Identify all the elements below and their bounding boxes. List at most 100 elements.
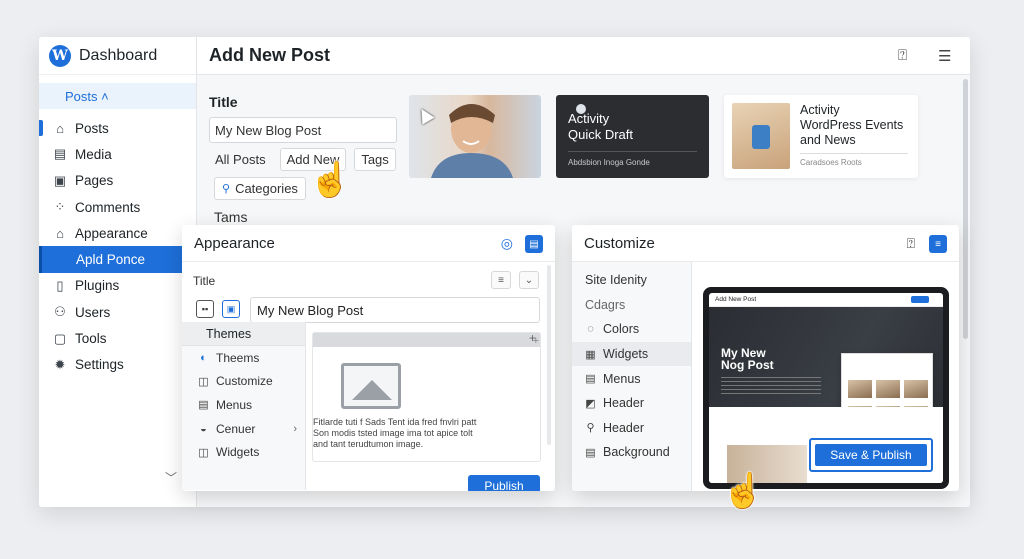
sidebar-item-pages[interactable]: ▣ Pages (39, 168, 196, 194)
customize-item-cdagrs[interactable]: Cdagrs (572, 293, 691, 318)
post-title-input[interactable] (209, 117, 397, 143)
sidebar-item-label: Appearance (75, 225, 148, 241)
document-icon[interactable]: ≡ (929, 235, 947, 253)
cenuer-icon: ◒ (200, 422, 207, 435)
dropdown-item-widgets[interactable]: ◫ Widgets (182, 440, 305, 464)
dropdown-item-customize[interactable]: ◫ Customize (182, 370, 305, 394)
sidebar-item-tools[interactable]: ▢ Tools (39, 325, 196, 351)
wordpress-logo-icon: W (49, 44, 71, 67)
pin-icon: ⌂ (56, 120, 64, 136)
sidebar-item-label: Media (75, 146, 112, 162)
customize-item-label: Widgets (603, 347, 649, 362)
dropdown-item-theems[interactable]: ◐ Theems (182, 346, 305, 370)
post-links-row: All Posts Add New Tags (209, 148, 396, 171)
categories-icon: ⚲ (222, 183, 231, 195)
card-subtitle: Abdsbion Inoga Gonde (568, 158, 650, 167)
preview-thumbnail (848, 380, 872, 398)
image-placeholder-icon[interactable] (341, 363, 401, 409)
hand-cursor-icon: ☝ (722, 472, 765, 510)
admin-menu: ⌂ Posts ▤ Media ▣ Pages ⁘ Comments ⌂ App… (39, 115, 196, 378)
customize-item-label: Header (603, 396, 644, 411)
wordpress-events-card[interactable]: Activity WordPress Events and News Carad… (724, 95, 918, 178)
hand-cursor-icon: ☝ (309, 161, 352, 199)
dropdown-heading[interactable]: Themes (182, 322, 305, 346)
publish-button[interactable]: Publish (468, 475, 540, 491)
preview-hero-text (721, 377, 821, 395)
sidebar-item-posts[interactable]: ⌂ Posts (39, 115, 196, 141)
sidebar-item-label: Posts (75, 120, 109, 136)
preview-icon[interactable]: ⍰ (898, 47, 916, 65)
preview-hero-title: My New Nog Post (721, 346, 774, 372)
dropdown-item-cenuer[interactable]: ◒ Cenuer › (182, 417, 305, 441)
users-icon: ⚇ (54, 304, 66, 320)
layout-icon[interactable]: ▤ (525, 235, 543, 253)
brand-label: Dashboard (79, 46, 158, 64)
sidebar-item-appearance[interactable]: ⌂ Appearance (39, 220, 196, 246)
sidebar-item-plugins[interactable]: ▯ Plugins (39, 273, 196, 299)
menus-icon: ▤ (585, 373, 596, 386)
title-label: Title (193, 274, 216, 288)
dropdown-item-label: Cenuer (216, 421, 256, 436)
appearance-panel: Appearance ◎ ▤ Title ≡ ⌄ ▪▪ ▣ Themes ◐ T… (182, 225, 555, 491)
sidebar-item-label: Settings (75, 357, 124, 373)
media-icon: ▤ (53, 146, 67, 162)
card-thumbnail (732, 103, 790, 169)
appearance-title-input[interactable] (250, 297, 540, 323)
customize-item-label: Site Idenity (585, 273, 647, 288)
align-icon[interactable]: ≡ (491, 271, 511, 289)
chevron-down-icon[interactable]: ⌄ (519, 271, 539, 289)
sidebar-item-apld-ponce[interactable]: Apld Ponce (39, 246, 196, 273)
sidebar-item-label: Plugins (75, 278, 120, 294)
sidebar-brand[interactable]: W Dashboard (39, 37, 196, 75)
customize-header: Customize (572, 225, 959, 262)
preview-icon[interactable]: ⍰ (907, 235, 915, 252)
sidebar-item-media[interactable]: ▤ Media (39, 141, 196, 167)
posts-flyout-toggle[interactable]: Posts ˄ (39, 83, 196, 109)
customize-item-site-identity[interactable]: Site Idenity (572, 268, 691, 293)
sidebar-item-label: Apld Ponce (76, 252, 146, 268)
widgets-icon: ▦ (585, 348, 596, 361)
sidebar-item-label: Pages (75, 173, 114, 189)
customize-item-label: Header (603, 420, 644, 435)
categories-label: Categories (235, 181, 298, 196)
customize-item-header[interactable]: ◩ Header (572, 391, 691, 416)
activity-quick-draft-card[interactable]: Activity Quick Draft Abdsbion Inoga Gond… (556, 95, 709, 178)
categories-button[interactable]: ⚲ Categories (214, 177, 306, 200)
panel-scrollbar[interactable] (547, 265, 551, 445)
image-block-icon[interactable]: ▣ (222, 300, 240, 318)
customize-item-header-2[interactable]: ⚲ Header (572, 416, 691, 441)
dropdown-item-label: Menus (216, 397, 253, 412)
customize-item-widgets[interactable]: ▦ Widgets (572, 341, 691, 367)
plus-icon[interactable]: + (533, 335, 539, 347)
tags-button[interactable]: Tags (354, 148, 396, 171)
dropdown-item-menus[interactable]: ▤ Menus (182, 393, 305, 417)
sidebar-item-comments[interactable]: ⁘ Comments (39, 194, 196, 220)
customize-sidebar: Site Idenity Cdagrs ◌ Colors ▦ Widgets ▤… (572, 262, 692, 491)
menus-icon: ▤ (198, 399, 209, 412)
block-icon[interactable]: ▪▪ (196, 300, 214, 318)
tools-icon: ▢ (53, 330, 67, 346)
collapse-chevron-icon[interactable]: ﹀ (165, 469, 177, 486)
preview-bar-title: Add New Post (715, 296, 757, 303)
appearance-icon: ⌂ (56, 225, 64, 241)
sidebar-item-settings[interactable]: ✹ Settings (39, 352, 196, 378)
admin-sidebar: W Dashboard Posts ˄ ⌂ Posts ▤ Media ▣ Pa… (39, 37, 197, 507)
all-posts-link[interactable]: All Posts (209, 148, 272, 171)
hamburger-menu-icon[interactable]: ☰ (938, 47, 956, 65)
preview-thumbnail (904, 380, 928, 398)
window-scrollbar[interactable] (963, 79, 968, 339)
sidebar-item-users[interactable]: ⚇ Users (39, 299, 196, 325)
dropdown-item-label: Customize (216, 374, 273, 389)
background-icon: ▤ (585, 446, 596, 459)
customize-item-background[interactable]: ▤ Background (572, 440, 691, 465)
tams-label: Tams (214, 209, 248, 225)
comments-icon: ⁘ (54, 199, 66, 215)
card-subtitle: Caradsoes Roots (800, 158, 862, 167)
customize-item-colors[interactable]: ◌ Colors (572, 317, 691, 342)
header-media-icon: ⚲ (586, 422, 595, 435)
location-icon[interactable]: ◎ (501, 235, 513, 252)
card-divider (568, 151, 697, 152)
save-publish-button[interactable]: Save & Publish (815, 444, 927, 466)
customize-item-label: Cdagrs (585, 297, 626, 312)
customize-item-menus[interactable]: ▤ Menus (572, 366, 691, 391)
